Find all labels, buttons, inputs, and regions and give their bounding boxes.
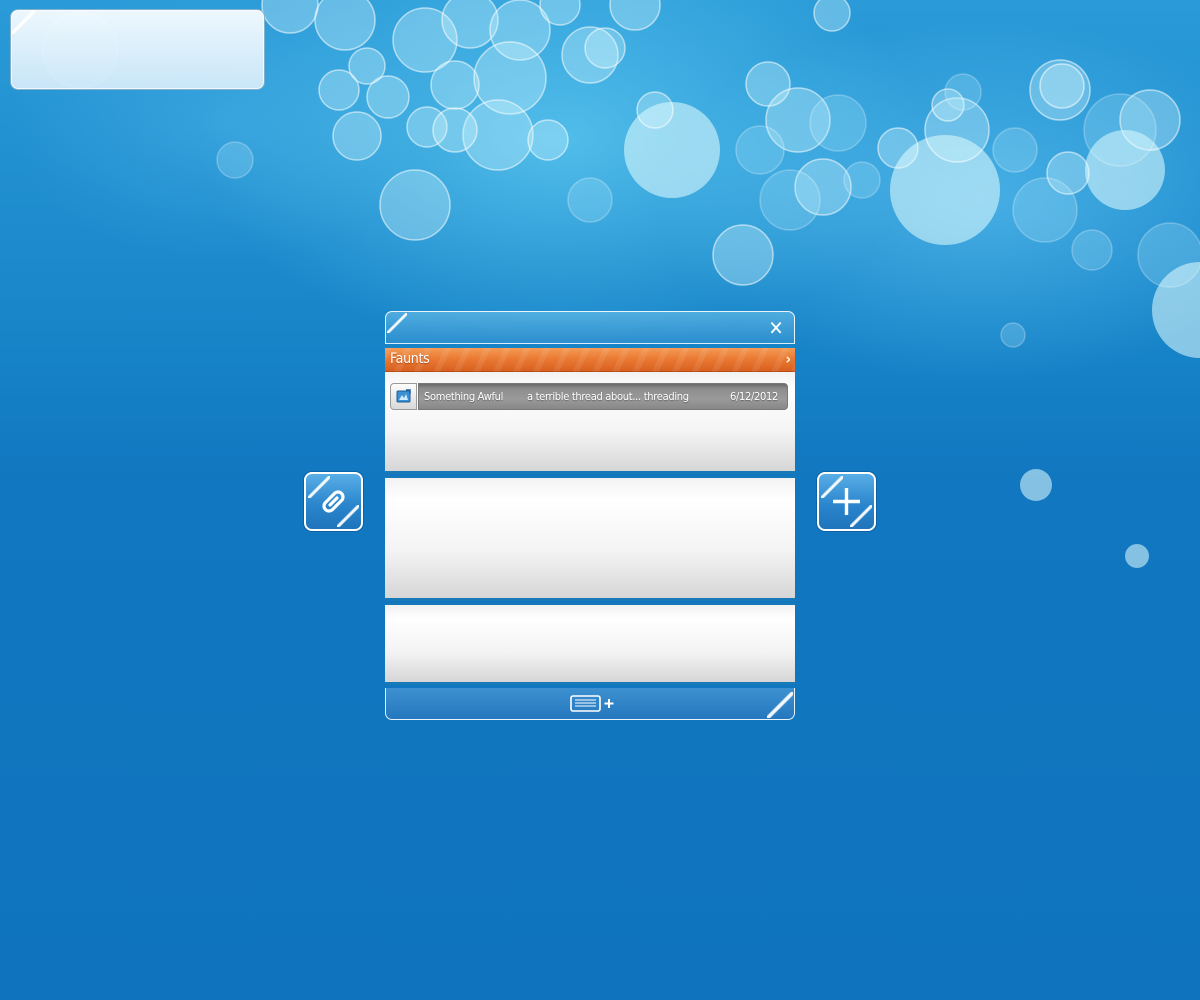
group-header-faunts[interactable]: Faunts › — [385, 348, 795, 372]
group-title: Faunts — [390, 351, 430, 367]
feed-source: Something Awful — [424, 390, 504, 403]
link-button[interactable] — [304, 472, 363, 531]
feed-item-bar: Something Awful a terrible thread about.… — [418, 383, 788, 410]
close-button[interactable]: ✕ — [766, 318, 786, 338]
gloss-corner — [387, 313, 407, 333]
close-icon: ✕ — [768, 316, 784, 340]
info-panel — [10, 9, 265, 90]
rss-feed-icon — [390, 383, 417, 410]
link-icon — [322, 490, 345, 513]
feed-item-date: 6/12/2012 — [729, 390, 778, 403]
feed-item[interactable]: Something Awful a terrible thread about.… — [390, 383, 788, 410]
add-feed-button[interactable] — [570, 695, 616, 713]
feed-reader-window: ✕ Faunts › Something Awful a terrible th… — [385, 311, 795, 721]
feed-card: Something Awful a terrible thread about.… — [385, 372, 795, 474]
window-bottom-bar — [385, 688, 795, 720]
add-feed-icon — [570, 695, 614, 712]
window-titlebar[interactable]: ✕ — [385, 311, 795, 343]
feed-item-title: a terrible thread about... threading — [527, 390, 689, 403]
feed-card — [385, 476, 795, 601]
chevron-right-icon: › — [785, 350, 791, 368]
feed-card — [385, 603, 795, 685]
gloss-corner — [11, 10, 35, 34]
add-button[interactable] — [817, 472, 876, 531]
titlebar-divider — [385, 343, 795, 344]
gloss-corner — [767, 692, 793, 718]
plus-icon — [833, 488, 860, 515]
